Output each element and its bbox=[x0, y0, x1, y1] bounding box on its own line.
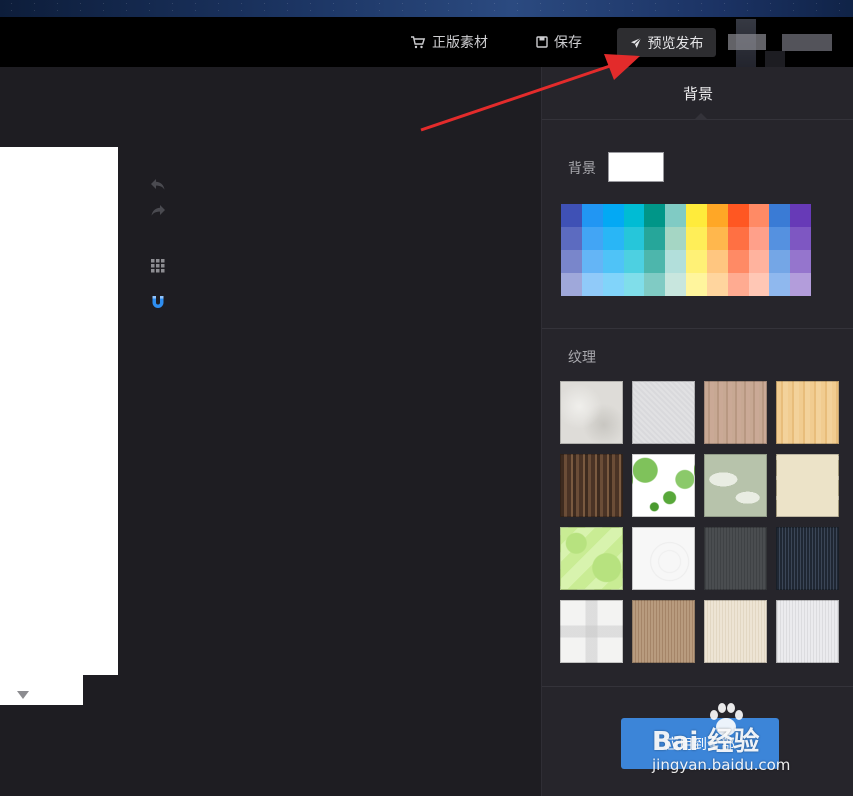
page-selector[interactable] bbox=[0, 675, 83, 705]
palette-swatch[interactable] bbox=[769, 250, 791, 273]
top-background-strip bbox=[0, 0, 853, 17]
palette-swatch[interactable] bbox=[790, 204, 811, 227]
panel-tab-background[interactable]: 背景 bbox=[542, 67, 853, 120]
palette-swatch[interactable] bbox=[727, 227, 749, 250]
texture-beige-bricks[interactable] bbox=[776, 454, 839, 517]
palette-swatch[interactable] bbox=[686, 227, 707, 250]
save-button[interactable]: 保存 bbox=[536, 17, 582, 67]
texture-sage-leaves[interactable] bbox=[704, 454, 767, 517]
palette-swatch[interactable] bbox=[769, 273, 791, 296]
palette-swatch[interactable] bbox=[623, 273, 645, 296]
texture-dark-wood[interactable] bbox=[560, 454, 623, 517]
top-toolbar: 正版素材 保存 预览发布 bbox=[0, 17, 853, 83]
palette-swatch[interactable] bbox=[665, 250, 686, 273]
texture-burlap[interactable] bbox=[632, 600, 695, 663]
texture-beige-wood[interactable] bbox=[704, 381, 767, 444]
palette-swatch[interactable] bbox=[790, 250, 811, 273]
texture-grid bbox=[560, 381, 839, 663]
watermark-url: jingyan.baidu.com bbox=[652, 756, 791, 774]
palette-swatch[interactable] bbox=[706, 250, 728, 273]
watermark: Bai 经验 jingyan.baidu.com bbox=[650, 703, 850, 783]
grid-icon[interactable] bbox=[149, 257, 167, 275]
palette-swatch[interactable] bbox=[790, 227, 811, 250]
palette-swatch[interactable] bbox=[602, 204, 624, 227]
palette-swatch[interactable] bbox=[706, 227, 728, 250]
texture-light-linen[interactable] bbox=[776, 600, 839, 663]
palette-swatch[interactable] bbox=[748, 227, 770, 250]
palette-swatch[interactable] bbox=[706, 273, 728, 296]
save-label: 保存 bbox=[554, 35, 582, 51]
palette-swatch[interactable] bbox=[748, 204, 770, 227]
texture-green-dots[interactable] bbox=[632, 454, 695, 517]
texture-label: 纹理 bbox=[568, 350, 596, 366]
texture-light-stone[interactable] bbox=[560, 381, 623, 444]
redacted-avatar bbox=[782, 34, 832, 51]
panel-title-label: 背景 bbox=[682, 84, 713, 103]
palette-swatch[interactable] bbox=[581, 273, 603, 296]
palette-swatch[interactable] bbox=[623, 227, 645, 250]
palette-swatch[interactable] bbox=[644, 204, 666, 227]
save-icon bbox=[536, 36, 548, 48]
divider bbox=[542, 328, 853, 329]
palette-swatch[interactable] bbox=[790, 273, 811, 296]
palette-swatch[interactable] bbox=[769, 227, 791, 250]
texture-green-circles[interactable] bbox=[560, 527, 623, 590]
palette-swatch[interactable] bbox=[706, 204, 728, 227]
color-palette bbox=[561, 204, 811, 296]
palette-swatch[interactable] bbox=[602, 273, 624, 296]
palette-swatch[interactable] bbox=[686, 204, 707, 227]
palette-swatch[interactable] bbox=[644, 273, 666, 296]
stock-assets-button[interactable]: 正版素材 bbox=[410, 17, 488, 67]
chevron-down-icon[interactable] bbox=[17, 684, 29, 703]
cart-icon bbox=[410, 35, 426, 49]
texture-light-gray-paper[interactable] bbox=[632, 381, 695, 444]
palette-swatch[interactable] bbox=[623, 250, 645, 273]
palette-swatch[interactable] bbox=[581, 250, 603, 273]
send-icon bbox=[630, 37, 642, 49]
palette-swatch[interactable] bbox=[644, 250, 666, 273]
palette-swatch[interactable] bbox=[561, 250, 582, 273]
stock-assets-label: 正版素材 bbox=[432, 35, 488, 51]
canvas-page[interactable] bbox=[0, 147, 118, 675]
redacted-username bbox=[728, 34, 766, 50]
palette-swatch[interactable] bbox=[581, 227, 603, 250]
palette-swatch[interactable] bbox=[748, 273, 770, 296]
watermark-brand: Bai 经验 bbox=[652, 727, 760, 757]
redo-icon[interactable] bbox=[149, 201, 167, 219]
palette-swatch[interactable] bbox=[686, 250, 707, 273]
texture-dark-knit[interactable] bbox=[776, 527, 839, 590]
background-color-label: 背景 bbox=[568, 161, 596, 177]
texture-light-wood[interactable] bbox=[776, 381, 839, 444]
preview-publish-label: 预览发布 bbox=[647, 35, 704, 52]
texture-cream-canvas[interactable] bbox=[704, 600, 767, 663]
palette-swatch[interactable] bbox=[644, 227, 666, 250]
texture-white-swirl[interactable] bbox=[632, 527, 695, 590]
active-tab-indicator bbox=[695, 113, 707, 119]
palette-swatch[interactable] bbox=[769, 204, 791, 227]
background-color-swatch[interactable] bbox=[608, 152, 664, 182]
palette-swatch[interactable] bbox=[748, 250, 770, 273]
palette-swatch[interactable] bbox=[561, 273, 582, 296]
palette-swatch[interactable] bbox=[665, 204, 686, 227]
preview-publish-button[interactable]: 预览发布 bbox=[617, 28, 716, 57]
texture-white-plaid[interactable] bbox=[560, 600, 623, 663]
redacted-gap bbox=[765, 51, 785, 68]
palette-swatch[interactable] bbox=[665, 273, 686, 296]
palette-swatch[interactable] bbox=[623, 204, 645, 227]
palette-swatch[interactable] bbox=[727, 204, 749, 227]
divider bbox=[542, 686, 853, 687]
palette-swatch[interactable] bbox=[561, 204, 582, 227]
palette-swatch[interactable] bbox=[581, 204, 603, 227]
palette-swatch[interactable] bbox=[602, 227, 624, 250]
background-panel: 背景 背景 纹理 应用到全部 bbox=[541, 67, 853, 796]
palette-swatch[interactable] bbox=[561, 227, 582, 250]
undo-icon[interactable] bbox=[149, 175, 167, 193]
palette-swatch[interactable] bbox=[602, 250, 624, 273]
texture-dark-linen[interactable] bbox=[704, 527, 767, 590]
palette-swatch[interactable] bbox=[686, 273, 707, 296]
palette-swatch[interactable] bbox=[727, 250, 749, 273]
magnet-icon[interactable] bbox=[149, 293, 167, 311]
palette-swatch[interactable] bbox=[727, 273, 749, 296]
palette-swatch[interactable] bbox=[665, 227, 686, 250]
